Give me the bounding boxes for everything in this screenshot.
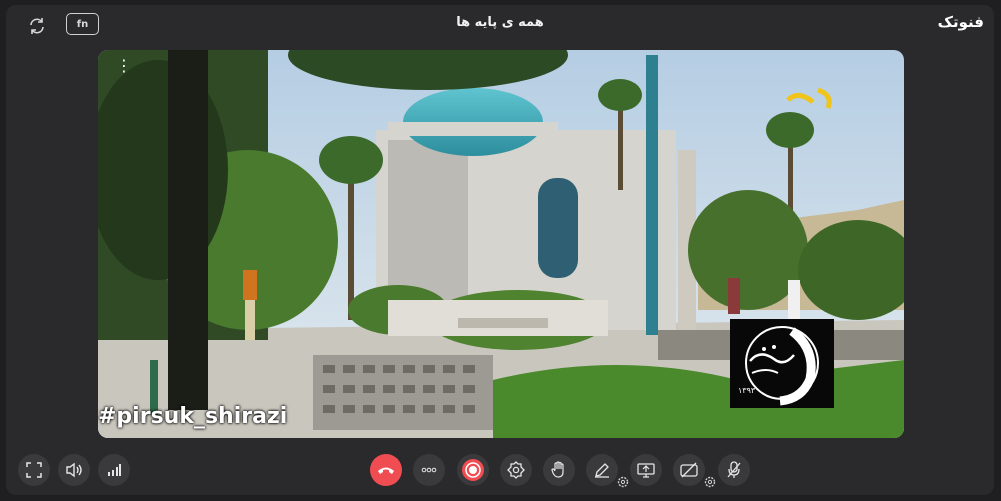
screen-share-icon <box>637 463 655 478</box>
settings-icon <box>507 461 525 479</box>
mic-toggle-button[interactable] <box>718 454 750 486</box>
channel-logo-year: ۱۳۹۳ <box>738 386 756 395</box>
header: fn همه ی پایه ها فنوتک <box>6 5 994 45</box>
end-call-icon <box>378 467 394 474</box>
settings-button[interactable] <box>500 454 532 486</box>
end-call-button[interactable] <box>370 454 402 486</box>
camera-off-icon <box>680 462 698 478</box>
video-stream[interactable]: ⋮ #pirsuk_shirazi ۱۳۹۳ <box>98 50 904 438</box>
brand-logo: فنوتک <box>937 13 984 31</box>
screen-share-button[interactable] <box>630 454 662 486</box>
fullscreen-button[interactable] <box>18 454 50 486</box>
annotate-button[interactable] <box>586 454 618 486</box>
page-title: همه ی پایه ها <box>456 15 544 30</box>
video-menu-button[interactable]: ⋮ <box>116 58 132 74</box>
record-button[interactable] <box>457 454 489 486</box>
camera-settings-icon[interactable] <box>704 476 716 488</box>
raise-hand-icon <box>551 461 564 478</box>
signal-icon <box>108 464 121 476</box>
raise-hand-button[interactable] <box>543 454 575 486</box>
annotate-settings-icon[interactable] <box>617 476 629 488</box>
fullscreen-icon <box>26 462 42 478</box>
video-hashtag: #pirsuk_shirazi <box>98 404 288 429</box>
kebab-icon: ⋮ <box>116 56 132 75</box>
mic-off-icon <box>727 461 741 478</box>
volume-icon <box>66 462 82 478</box>
camera-toggle-button[interactable] <box>673 454 705 486</box>
pen-icon <box>595 463 609 478</box>
app-window: fn همه ی پایه ها فنوتک ⋮ #pirsuk_shirazi… <box>6 5 994 495</box>
volume-button[interactable] <box>58 454 90 486</box>
more-options-button[interactable] <box>413 454 445 486</box>
more-icon <box>421 467 437 473</box>
connection-quality-button[interactable] <box>98 454 130 486</box>
record-icon <box>462 459 484 481</box>
